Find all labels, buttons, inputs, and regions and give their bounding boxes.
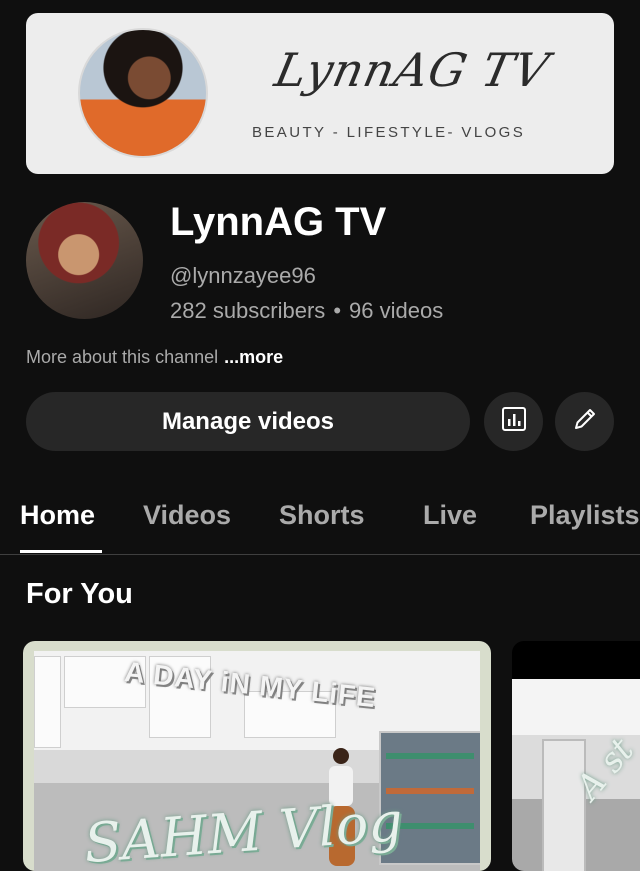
channel-handle: @lynnzayee96 bbox=[170, 263, 316, 288]
fridge-shelf bbox=[386, 753, 474, 759]
video-card[interactable]: A DAY iN MY LiFE SAHM Vlog bbox=[23, 641, 491, 871]
pencil-icon bbox=[571, 405, 599, 438]
tab-videos[interactable]: Videos bbox=[143, 500, 231, 531]
edit-channel-button[interactable] bbox=[555, 392, 614, 451]
stats-separator: • bbox=[333, 298, 342, 323]
tab-shorts[interactable]: Shorts bbox=[279, 500, 365, 531]
manage-videos-button[interactable]: Manage videos bbox=[26, 392, 470, 451]
cabinet bbox=[34, 656, 61, 748]
section-title: For You bbox=[26, 578, 133, 610]
tab-home[interactable]: Home bbox=[20, 500, 95, 531]
banner-script-title: LynnAG TV bbox=[270, 43, 555, 97]
bar-chart-icon bbox=[500, 405, 528, 438]
video-card[interactable]: A st bbox=[512, 641, 640, 871]
pantry-door bbox=[542, 739, 586, 871]
active-tab-indicator bbox=[20, 550, 102, 553]
subscriber-count: 282 subscribers bbox=[170, 298, 326, 323]
channel-name: LynnAG TV bbox=[170, 200, 387, 244]
video-thumbnail: A st bbox=[512, 679, 640, 871]
analytics-button[interactable] bbox=[484, 392, 543, 451]
about-text: More about this channel bbox=[26, 347, 219, 367]
channel-avatar[interactable] bbox=[26, 202, 143, 319]
about-more-link[interactable]: ...more bbox=[224, 347, 283, 367]
tab-live[interactable]: Live bbox=[423, 500, 477, 531]
video-count: 96 videos bbox=[349, 298, 444, 323]
banner-profile-photo bbox=[78, 28, 208, 158]
channel-banner: LynnAG TV BEAUTY - LIFESTYLE- VLOGS bbox=[26, 13, 614, 174]
tab-playlists[interactable]: Playlists bbox=[530, 500, 640, 531]
channel-tabs: Home Videos Shorts Live Playlists bbox=[0, 490, 640, 555]
video-thumbnail: A DAY iN MY LiFE SAHM Vlog bbox=[34, 651, 480, 871]
channel-about[interactable]: More about this channel ...more bbox=[26, 347, 283, 368]
banner-tagline: BEAUTY - LIFESTYLE- VLOGS bbox=[252, 124, 526, 141]
channel-stats: 282 subscribers • 96 videos bbox=[170, 298, 443, 324]
